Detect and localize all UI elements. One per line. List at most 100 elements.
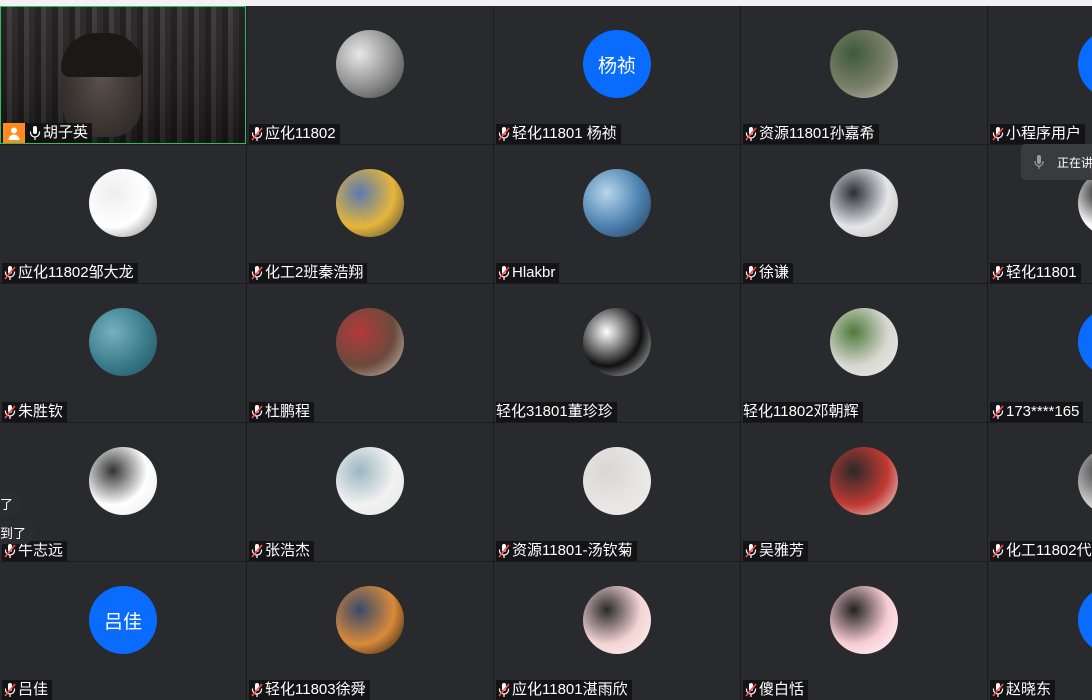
participant-name: 傻白恬 <box>759 681 805 698</box>
mic-muted-icon <box>250 543 264 559</box>
avatar <box>336 447 404 515</box>
participant-label: 胡子英 <box>3 123 93 143</box>
participant-tile[interactable]: 应化11802邹大龙 <box>0 145 246 283</box>
avatar <box>89 447 157 515</box>
participant-label: 轻化11802邓朝辉 <box>743 402 863 422</box>
participant-label: 张浩杰 <box>249 541 315 561</box>
mic-muted-icon <box>991 543 1005 559</box>
participant-tile[interactable]: 牛志远 <box>0 423 246 561</box>
avatar <box>830 447 898 515</box>
mic-muted-icon <box>744 682 758 698</box>
mic-muted-icon <box>991 404 1005 420</box>
mic-muted-icon <box>3 682 17 698</box>
participant-label: 化工11802代 <box>990 541 1092 561</box>
participant-name: 徐谦 <box>759 264 790 281</box>
avatar <box>583 586 651 654</box>
participant-tile[interactable]: Hlakbr <box>494 145 740 283</box>
participant-tile[interactable]: 杜鹏程 <box>247 284 493 422</box>
participant-label: 轻化11803徐舜 <box>249 680 370 700</box>
participant-tile[interactable]: 资源11801-汤钦菊 <box>494 423 740 561</box>
host-user-icon <box>3 123 25 143</box>
participant-name: 应化11802 <box>265 125 336 142</box>
participant-tile[interactable]: 胡子英 <box>0 6 246 144</box>
participant-name: 胡子英 <box>43 124 89 141</box>
participant-name: 资源11801孙嘉希 <box>759 125 875 142</box>
participant-label: 吴雅芳 <box>743 541 809 561</box>
person-hair <box>61 33 143 77</box>
avatar: 吕佳 <box>89 586 157 654</box>
participant-label: 小程序用户 <box>990 124 1086 144</box>
avatar <box>583 169 651 237</box>
avatar <box>89 169 157 237</box>
participant-label: 轻化11801 杨祯 <box>496 124 621 144</box>
avatar <box>336 308 404 376</box>
participant-tile[interactable]: 杨祯 轻化11801 杨祯 <box>494 6 740 144</box>
avatar <box>583 447 651 515</box>
chat-bubble: 了 <box>0 492 22 515</box>
avatar <box>1078 30 1092 98</box>
participant-name: 应化11802邹大龙 <box>18 264 134 281</box>
participant-name: 173****165 <box>1006 403 1080 420</box>
participant-label: 牛志远 <box>2 541 68 561</box>
chat-bubble: 到了 <box>0 521 35 544</box>
participant-tile[interactable]: 轻化11802邓朝辉 <box>741 284 987 422</box>
mic-icon <box>28 125 42 141</box>
participant-label: 应化11802邹大龙 <box>2 263 138 283</box>
participant-tile[interactable]: 应化11802 <box>247 6 493 144</box>
participant-name: 轻化11801 杨祯 <box>512 125 617 142</box>
mic-muted-icon <box>991 126 1005 142</box>
mic-muted-icon <box>497 682 511 698</box>
participant-name: 资源11801-汤钦菊 <box>512 542 633 559</box>
participant-label: Hlakbr <box>496 263 560 283</box>
avatar <box>830 308 898 376</box>
speaking-text: 正在讲 <box>1057 155 1092 170</box>
avatar <box>336 586 404 654</box>
participant-tile[interactable]: 赵晓东 <box>988 562 1092 700</box>
participant-tile[interactable]: 吴雅芳 <box>741 423 987 561</box>
speaking-indicator: 正在讲 <box>1021 144 1092 180</box>
participant-tile[interactable]: 化工2班秦浩翔 <box>247 145 493 283</box>
participant-label: 应化11801湛雨欣 <box>496 680 632 700</box>
participant-name: 轻化11801 <box>1006 264 1077 281</box>
avatar <box>89 308 157 376</box>
participant-label: 轻化31801董珍珍 <box>496 402 617 422</box>
participant-tile[interactable]: 轻化11803徐舜 <box>247 562 493 700</box>
participant-tile[interactable]: 轻化31801董珍珍 <box>494 284 740 422</box>
mic-icon <box>1021 155 1057 169</box>
participant-tile[interactable]: 徐谦 <box>741 145 987 283</box>
participant-tile[interactable]: 傻白恬 <box>741 562 987 700</box>
mic-muted-icon <box>250 265 264 281</box>
mic-muted-icon <box>497 126 511 142</box>
participant-label: 应化11802 <box>249 124 340 144</box>
participant-label: 朱胜钦 <box>2 402 68 422</box>
participant-tile[interactable]: 173****165 <box>988 284 1092 422</box>
avatar <box>830 586 898 654</box>
participant-tile[interactable]: 资源11801孙嘉希 <box>741 6 987 144</box>
participant-tile[interactable]: 化工11802代 <box>988 423 1092 561</box>
participant-name: 小程序用户 <box>1006 125 1082 142</box>
video-grid: 胡子英 应化11802 杨祯 轻化11801 杨祯资源11801孙嘉希 小程序用户应化1… <box>0 6 1092 700</box>
participant-name: 轻化11802邓朝辉 <box>743 403 859 420</box>
participant-label: 吕佳 <box>2 680 53 700</box>
mic-muted-icon <box>497 265 511 281</box>
participant-tile[interactable]: 应化11801湛雨欣 <box>494 562 740 700</box>
avatar <box>1078 447 1092 515</box>
avatar <box>830 169 898 237</box>
mic-muted-icon <box>497 543 511 559</box>
avatar <box>830 30 898 98</box>
mic-muted-icon <box>744 126 758 142</box>
avatar <box>336 30 404 98</box>
mic-muted-icon <box>991 265 1005 281</box>
participant-tile[interactable]: 张浩杰 <box>247 423 493 561</box>
participant-tile[interactable]: 吕佳 吕佳 <box>0 562 246 700</box>
participant-label: 轻化11801 <box>990 263 1081 283</box>
participant-name: 轻化31801董珍珍 <box>496 403 613 420</box>
participant-label: 徐谦 <box>743 263 794 283</box>
participant-name: 化工2班秦浩翔 <box>265 264 364 281</box>
participant-tile[interactable]: 小程序用户 <box>988 6 1092 144</box>
avatar <box>1078 308 1092 376</box>
participant-tile[interactable]: 朱胜钦 <box>0 284 246 422</box>
avatar <box>1078 586 1092 654</box>
participant-name: 化工11802代 <box>1006 542 1092 559</box>
mic-muted-icon <box>744 265 758 281</box>
